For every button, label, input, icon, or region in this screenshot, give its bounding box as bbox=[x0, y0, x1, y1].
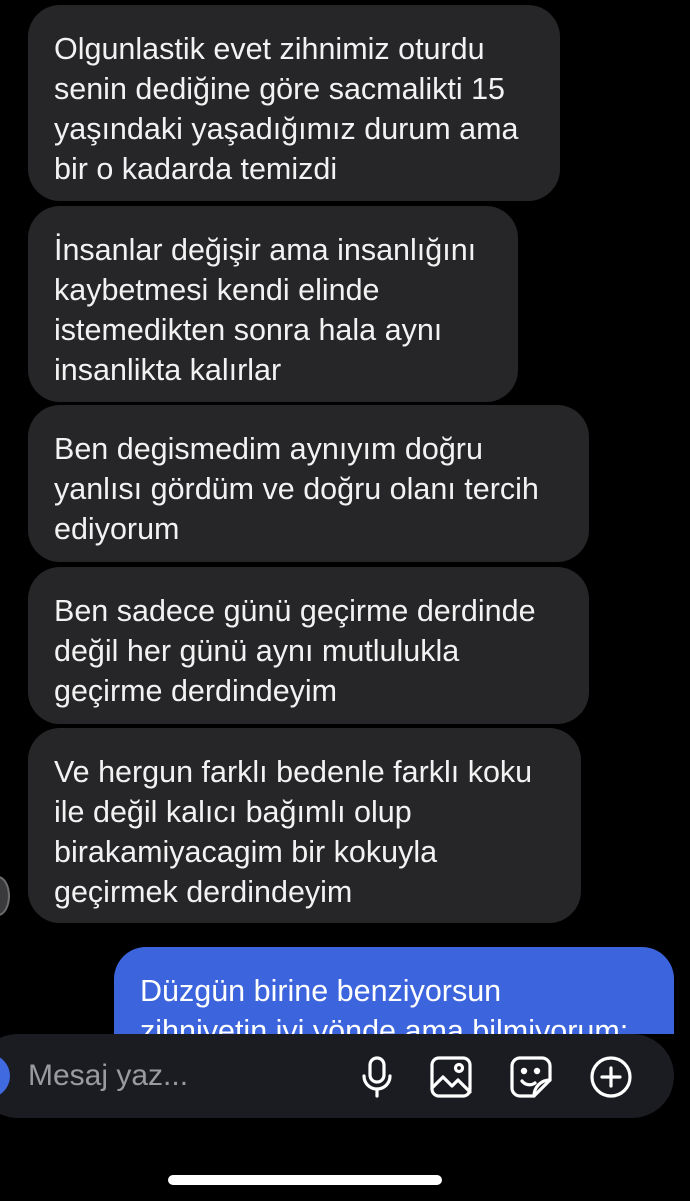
message-composer[interactable]: Mesaj yaz... bbox=[0, 1034, 674, 1118]
add-circle-icon[interactable] bbox=[588, 1054, 634, 1100]
gallery-icon[interactable] bbox=[428, 1054, 474, 1100]
sticker-icon[interactable] bbox=[508, 1054, 554, 1100]
message-bubble-incoming[interactable]: Ben degismedim aynıyım doğru yanlısı gör… bbox=[28, 405, 589, 562]
message-input[interactable]: Mesaj yaz... bbox=[28, 1034, 188, 1118]
sender-avatar[interactable] bbox=[0, 876, 10, 916]
home-indicator[interactable] bbox=[168, 1175, 442, 1185]
message-thread[interactable]: Olgunlastik evet zihnimiz oturdu senin d… bbox=[0, 0, 690, 1201]
message-bubble-incoming[interactable]: Ben sadece günü geçirme derdinde değil h… bbox=[28, 567, 589, 724]
message-bubble-incoming[interactable]: Olgunlastik evet zihnimiz oturdu senin d… bbox=[28, 5, 560, 201]
camera-button[interactable] bbox=[0, 1054, 10, 1098]
message-bubble-incoming[interactable]: İnsanlar değişir ama insanlığını kaybetm… bbox=[28, 206, 518, 402]
message-bubble-incoming[interactable]: Ve hergun farklı bedenle farklı koku ile… bbox=[28, 728, 581, 923]
microphone-icon[interactable] bbox=[354, 1054, 400, 1100]
